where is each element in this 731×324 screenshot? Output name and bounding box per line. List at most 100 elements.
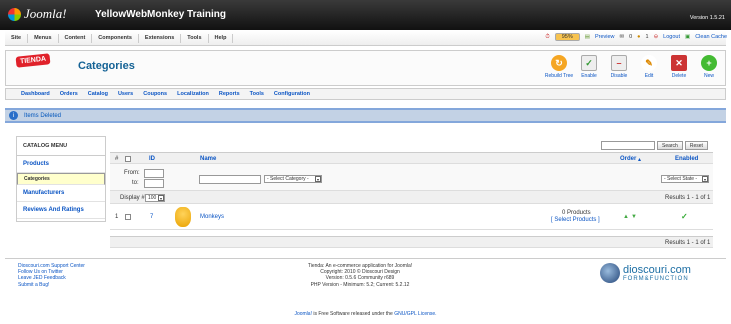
catalog-menu-title: CATALOG MENU	[17, 137, 105, 156]
id-to-input[interactable]	[144, 179, 164, 188]
menu-extensions[interactable]: Extensions	[139, 33, 182, 43]
joomla-footer-text: is Free Software released under the	[311, 311, 395, 317]
delete-button[interactable]: ✕ Delete	[667, 55, 691, 79]
dioscouri-tagline: FORM&FUNCTION	[623, 276, 689, 282]
progress-pill: 95%	[554, 33, 580, 41]
edit-button[interactable]: ✎ Edit	[637, 55, 661, 79]
menu-help[interactable]: Help	[209, 33, 234, 43]
new-button[interactable]: + New	[697, 55, 721, 79]
id-from-input[interactable]	[144, 169, 164, 178]
menu-content[interactable]: Content	[59, 33, 93, 43]
catalog-item-reviews[interactable]: Reviews And Ratings	[17, 202, 105, 219]
from-label: From:	[124, 170, 140, 176]
submit-bug-link[interactable]: Submit a Bug!	[18, 282, 49, 288]
jed-feedback-link[interactable]: Leave JED Feedback	[18, 275, 66, 281]
menu-site[interactable]: Site	[5, 33, 29, 43]
dioscouri-swirl-icon	[600, 263, 620, 283]
support-center-link[interactable]: Dioscouri.com Support Center	[18, 263, 85, 269]
toolbar: TIENDA Categories ↻ Rebuild Tree ✓ Enable …	[5, 50, 726, 86]
enable-button[interactable]: ✓ Enable	[577, 55, 601, 79]
dioscouri-brand-name: dioscouri.com	[623, 264, 691, 276]
clean-cache-link[interactable]: Clean Cache	[695, 34, 727, 40]
preview-link[interactable]: Preview	[595, 34, 615, 40]
users-count[interactable]: 1	[646, 34, 649, 40]
tab-reports[interactable]: Reports	[214, 91, 245, 97]
sort-asc-icon: ▴	[638, 157, 642, 163]
category-select-value: - Select Category -	[267, 175, 309, 182]
users-icon: ●	[637, 34, 641, 40]
catalog-menu: CATALOG MENU Products Categories Manufac…	[16, 136, 106, 222]
col-order[interactable]: Order	[620, 156, 636, 162]
search-button[interactable]: Search	[657, 141, 683, 150]
to-label: to:	[132, 180, 139, 186]
select-all-checkbox[interactable]	[125, 156, 131, 162]
twitter-link[interactable]: Follow Us on Twitter	[18, 269, 63, 275]
version-label: Version 1.5.21	[689, 15, 725, 21]
filter-row: From: to: - Select Category - ▾ - Select …	[110, 164, 713, 191]
tab-tools[interactable]: Tools	[245, 91, 269, 97]
joomla-footer: Joomla! is Free Software released under …	[0, 311, 731, 317]
order-down-icon[interactable]: ▼	[631, 214, 637, 220]
row-name-link[interactable]: Monkeys	[200, 214, 224, 220]
footer-results-count: Results 1 - 1 of 1	[665, 240, 711, 246]
logout-link[interactable]: Logout	[663, 34, 680, 40]
joomla-logo-icon	[8, 7, 21, 21]
page-title: Categories	[78, 60, 135, 72]
joomla-logo: Joomla!	[8, 6, 67, 22]
state-select[interactable]: - Select State - ▾	[661, 175, 709, 183]
submenu: Dashboard Orders Catalog Users Coupons L…	[5, 88, 726, 100]
tab-catalog[interactable]: Catalog	[83, 91, 113, 97]
clean-cache-icon: ▣	[685, 34, 691, 40]
chevron-down-icon: ▾	[158, 195, 164, 201]
menu-components[interactable]: Components	[92, 33, 139, 43]
status-bar: ⏱ 95% ▤ Preview ✉ 0 ● 1 ⊖ Logout ▣ Clean…	[545, 33, 727, 41]
disable-button[interactable]: – Disable	[607, 55, 631, 79]
rebuild-icon: ↻	[551, 55, 567, 71]
menu-tools[interactable]: Tools	[181, 33, 209, 43]
divider	[5, 258, 726, 259]
reset-button[interactable]: Reset	[684, 141, 708, 150]
tab-localization[interactable]: Localization	[172, 91, 214, 97]
row-checkbox[interactable]	[125, 214, 131, 220]
trash-icon: ✕	[671, 55, 687, 71]
plus-icon: +	[701, 55, 717, 71]
display-label: Display #	[120, 195, 145, 201]
row-num: 1	[115, 214, 119, 220]
order-up-icon[interactable]: ▲	[623, 214, 629, 220]
messages-icon: ✉	[619, 34, 625, 40]
menu-menus[interactable]: Menus	[28, 33, 59, 43]
rebuild-tree-button[interactable]: ↻ Rebuild Tree	[545, 55, 573, 79]
enable-icon: ✓	[581, 55, 597, 71]
table-footer: Results 1 - 1 of 1	[110, 236, 713, 248]
joomla-link[interactable]: Joomla!	[294, 311, 312, 317]
select-products-link[interactable]: [ Select Products ]	[551, 217, 600, 223]
tienda-logo: TIENDA	[15, 53, 51, 68]
gpl-link[interactable]: GNU/GPL License.	[394, 311, 436, 317]
tab-users[interactable]: Users	[113, 91, 138, 97]
tab-dashboard[interactable]: Dashboard	[16, 91, 55, 97]
col-name[interactable]: Name	[200, 156, 216, 162]
chevron-down-icon: ▾	[702, 176, 708, 182]
catalog-item-products[interactable]: Products	[17, 156, 105, 173]
clock-icon: ⏱	[545, 33, 550, 40]
col-id[interactable]: ID	[149, 156, 155, 162]
tab-orders[interactable]: Orders	[55, 91, 83, 97]
col-enabled[interactable]: Enabled	[675, 156, 698, 162]
category-select[interactable]: - Select Category - ▾	[264, 175, 322, 183]
toolbar-buttons: ↻ Rebuild Tree ✓ Enable – Disable ✎ Edit ✕ De…	[545, 55, 721, 79]
enabled-check-icon[interactable]: ✓	[681, 212, 688, 221]
catalog-item-categories[interactable]: Categories	[17, 173, 105, 185]
info-icon: i	[9, 111, 18, 120]
messages-count[interactable]: 0	[629, 34, 632, 40]
table-row: 1 7 Monkeys 0 Products [ Select Products…	[110, 204, 713, 230]
row-id[interactable]: 7	[150, 214, 153, 220]
search-bar: Search Reset	[601, 141, 708, 150]
col-num: #	[115, 156, 119, 162]
tab-coupons[interactable]: Coupons	[138, 91, 172, 97]
tab-configuration[interactable]: Configuration	[269, 91, 315, 97]
display-select[interactable]: 100 ▾	[145, 194, 165, 202]
catalog-item-manufacturers[interactable]: Manufacturers	[17, 185, 105, 202]
name-filter-input[interactable]	[199, 175, 261, 184]
search-input[interactable]	[601, 141, 655, 150]
chevron-down-icon: ▾	[315, 176, 321, 182]
